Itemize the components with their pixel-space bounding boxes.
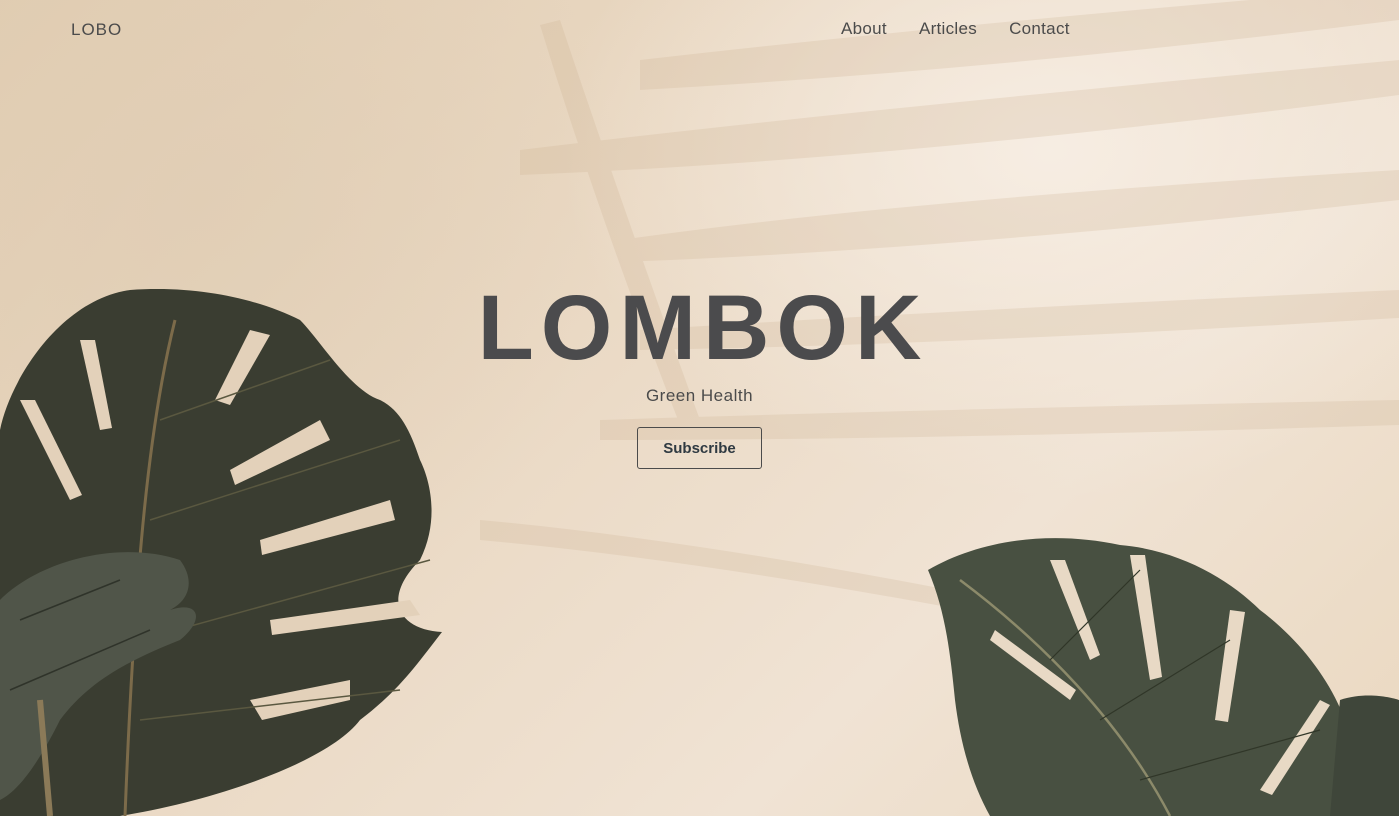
hero-subtitle: Green Health: [645, 386, 754, 405]
hero-title: LOMBOK: [477, 277, 929, 379]
site-logo[interactable]: LOBO: [71, 20, 122, 40]
hero-background-image: LOBO About Articles Contact LOMBOK Green…: [0, 0, 1399, 816]
top-navbar: LOBO About Articles Contact: [0, 0, 1399, 60]
nav-links: About Articles Contact: [841, 19, 1070, 39]
right-monstera-leaf: [928, 538, 1399, 816]
hero-content: LOMBOK Green Health Subscribe: [0, 276, 1399, 469]
left-small-leaf: [0, 552, 197, 816]
nav-link-articles[interactable]: Articles: [919, 19, 977, 39]
nav-link-about[interactable]: About: [841, 19, 887, 39]
subscribe-button[interactable]: Subscribe: [637, 427, 762, 469]
nav-link-contact[interactable]: Contact: [1009, 19, 1070, 39]
